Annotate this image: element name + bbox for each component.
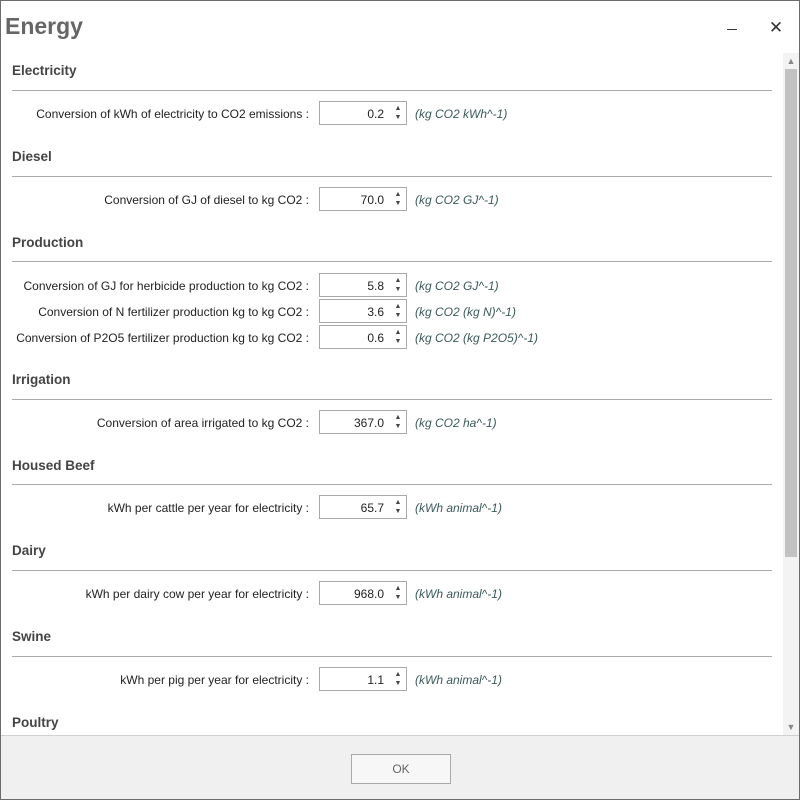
dialog-footer: OK	[1, 735, 799, 799]
unit-label: (kg CO2 GJ^-1)	[415, 193, 499, 207]
setting-row: Conversion of GJ for herbicide productio…	[1, 273, 783, 299]
stepper-value[interactable]: 1.1	[367, 673, 384, 687]
decrement-arrow-icon[interactable]: ▼	[391, 112, 405, 123]
unit-label: (kg CO2 ha^-1)	[415, 416, 497, 430]
title-bar: Energy ✕	[1, 1, 799, 53]
scrollbar-thumb[interactable]	[785, 69, 797, 557]
setting-label: kWh per dairy cow per year for electrici…	[85, 587, 309, 601]
setting-label: Conversion of GJ of diesel to kg CO2 :	[104, 193, 309, 207]
setting-label: Conversion of GJ for herbicide productio…	[23, 279, 309, 293]
setting-label: Conversion of N fertilizer production kg…	[38, 305, 309, 319]
close-icon: ✕	[768, 17, 784, 37]
window-title: Energy	[5, 13, 83, 39]
scroll-down-arrow-icon[interactable]: ▼	[783, 719, 799, 735]
setting-row: Conversion of GJ of diesel to kg CO2 : 70…	[1, 187, 783, 213]
setting-label: kWh per pig per year for electricity :	[120, 673, 309, 687]
numeric-stepper-input[interactable]: 65.7 ▲ ▼	[319, 495, 407, 519]
section-divider	[12, 570, 772, 571]
section-title-dairy: Dairy	[12, 543, 46, 558]
decrement-arrow-icon[interactable]: ▼	[391, 310, 405, 321]
section-divider	[12, 90, 772, 91]
energy-dialog: Energy ✕ Electricity Conversion of kWh of…	[0, 0, 800, 800]
section-title-electricity: Electricity	[12, 63, 77, 78]
setting-row: Conversion of kWh of electricity to CO2 …	[1, 101, 783, 127]
section-title-irrigation: Irrigation	[12, 372, 71, 387]
setting-row: Conversion of P2O5 fertilizer production…	[1, 325, 783, 351]
numeric-stepper-input[interactable]: 5.8 ▲ ▼	[319, 273, 407, 297]
section-title-production: Production	[12, 235, 84, 250]
decrement-arrow-icon[interactable]: ▼	[391, 421, 405, 432]
section-title-housed-beef: Housed Beef	[12, 458, 95, 473]
section-divider	[12, 399, 772, 400]
stepper-value[interactable]: 70.0	[361, 193, 384, 207]
settings-content: Electricity Conversion of kWh of electric…	[1, 53, 783, 735]
stepper-value[interactable]: 968.0	[354, 587, 384, 601]
numeric-stepper-input[interactable]: 968.0 ▲ ▼	[319, 581, 407, 605]
stepper-value[interactable]: 0.6	[367, 331, 384, 345]
numeric-stepper-input[interactable]: 3.6 ▲ ▼	[319, 299, 407, 323]
section-title-poultry: Poultry	[12, 715, 59, 730]
minimize-button[interactable]	[720, 15, 744, 39]
setting-label: Conversion of area irrigated to kg CO2 :	[96, 416, 309, 430]
decrement-arrow-icon[interactable]: ▼	[391, 284, 405, 295]
numeric-stepper-input[interactable]: 0.2 ▲ ▼	[319, 101, 407, 125]
unit-label: (kg CO2 kWh^-1)	[415, 107, 508, 121]
section-divider	[12, 656, 772, 657]
setting-row: kWh per pig per year for electricity : 1.…	[1, 667, 783, 693]
setting-label: kWh per cattle per year for electricity …	[107, 501, 309, 515]
section-title-swine: Swine	[12, 629, 52, 644]
unit-label: (kg CO2 (kg P2O5)^-1)	[415, 331, 538, 345]
decrement-arrow-icon[interactable]: ▼	[391, 592, 405, 603]
numeric-stepper-input[interactable]: 1.1 ▲ ▼	[319, 667, 407, 691]
decrement-arrow-icon[interactable]: ▼	[391, 198, 405, 209]
numeric-stepper-input[interactable]: 70.0 ▲ ▼	[319, 187, 407, 211]
decrement-arrow-icon[interactable]: ▼	[391, 506, 405, 517]
unit-label: (kWh animal^-1)	[415, 673, 502, 687]
stepper-value[interactable]: 5.8	[367, 279, 384, 293]
numeric-stepper-input[interactable]: 367.0 ▲ ▼	[319, 410, 407, 434]
unit-label: (kWh animal^-1)	[415, 587, 502, 601]
setting-row: Conversion of area irrigated to kg CO2 :…	[1, 410, 783, 436]
setting-row: kWh per cattle per year for electricity …	[1, 495, 783, 521]
section-divider	[12, 261, 772, 262]
setting-label: Conversion of kWh of electricity to CO2 …	[36, 107, 309, 121]
setting-label: Conversion of P2O5 fertilizer production…	[16, 331, 309, 345]
decrement-arrow-icon[interactable]: ▼	[391, 336, 405, 347]
unit-label: (kWh animal^-1)	[415, 501, 502, 515]
unit-label: (kg CO2 (kg N)^-1)	[415, 305, 516, 319]
section-divider	[12, 484, 772, 485]
stepper-value[interactable]: 3.6	[367, 305, 384, 319]
decrement-arrow-icon[interactable]: ▼	[391, 678, 405, 689]
unit-label: (kg CO2 GJ^-1)	[415, 279, 499, 293]
scroll-up-arrow-icon[interactable]: ▲	[783, 53, 799, 69]
section-divider	[12, 176, 772, 177]
minimize-icon	[727, 25, 737, 30]
numeric-stepper-input[interactable]: 0.6 ▲ ▼	[319, 325, 407, 349]
section-title-diesel: Diesel	[12, 149, 52, 164]
stepper-value[interactable]: 0.2	[367, 107, 384, 121]
stepper-value[interactable]: 367.0	[354, 416, 384, 430]
setting-row: Conversion of N fertilizer production kg…	[1, 299, 783, 325]
vertical-scrollbar[interactable]: ▲ ▼	[783, 53, 799, 735]
ok-button[interactable]: OK	[351, 754, 451, 784]
stepper-value[interactable]: 65.7	[361, 501, 384, 515]
close-button[interactable]: ✕	[764, 15, 788, 39]
setting-row: kWh per dairy cow per year for electrici…	[1, 581, 783, 607]
